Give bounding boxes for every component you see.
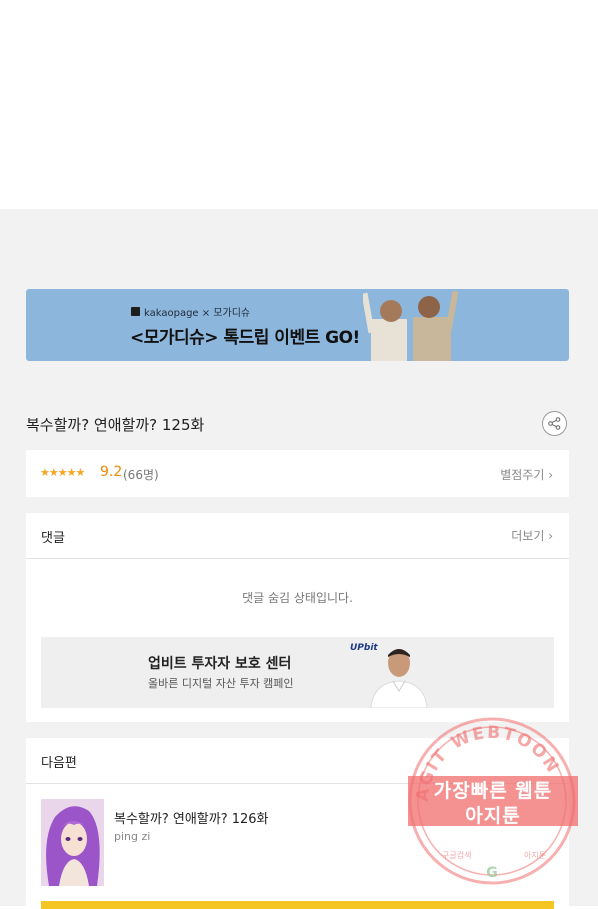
- upbit-logo: UPbit: [350, 643, 378, 653]
- next-episode-author: ping zi: [114, 830, 151, 843]
- event-banner[interactable]: kakaopage × 모가디슈 <모가디슈> 톡드립 이벤트 GO!: [26, 289, 569, 361]
- blank-top-area: [0, 0, 598, 209]
- rating-count: (66명): [123, 468, 159, 482]
- ad-title: 업비트 투자자 보호 센터: [148, 656, 292, 672]
- comments-header: 댓글 더보기 ›: [26, 513, 569, 559]
- comments-title: 댓글: [41, 531, 65, 546]
- watermark-line2: 아지툰: [465, 805, 521, 827]
- rate-button[interactable]: 별점주기 ›: [500, 466, 553, 483]
- comments-section: 댓글 더보기 › 댓글 숨김 상태입니다. 업비트 투자자 보호 센터 올바른 …: [26, 513, 569, 722]
- rating-stars-icon: ★★★★★: [40, 466, 85, 479]
- ad-subtitle: 올바른 디지털 자산 투자 캠페인: [148, 677, 294, 690]
- banner-brand-text: kakaopage × 모가디슈: [144, 308, 251, 319]
- banner-actors-illustration: [363, 289, 463, 361]
- upbit-ad-banner[interactable]: 업비트 투자자 보호 센터 올바른 디지털 자산 투자 캠페인 UPbit: [41, 637, 554, 708]
- episode-title: 복수할까? 연애할까? 125화: [26, 416, 205, 434]
- watermark-line1: 가장빠른 웹툰: [433, 780, 553, 802]
- banner-title: <모가디슈> 톡드립 이벤트 GO!: [130, 328, 360, 348]
- share-icon: [548, 417, 561, 430]
- rating-card: ★★★★★ 9.2 (66명) 별점주기 ›: [26, 450, 569, 497]
- comments-hidden-message: 댓글 숨김 상태입니다.: [242, 591, 353, 605]
- comments-more-link[interactable]: 더보기 ›: [511, 527, 553, 544]
- share-button[interactable]: [542, 411, 567, 436]
- next-episode-title: 복수할까? 연애할까? 126화: [114, 812, 269, 827]
- rating-score: 9.2: [100, 464, 123, 480]
- next-episode-thumbnail: [41, 799, 104, 886]
- kakaopage-logo-icon: [131, 307, 140, 316]
- next-episode-button[interactable]: [41, 901, 554, 909]
- next-episode-header-title: 다음편: [41, 756, 77, 771]
- banner-brand: kakaopage × 모가디슈: [131, 304, 250, 319]
